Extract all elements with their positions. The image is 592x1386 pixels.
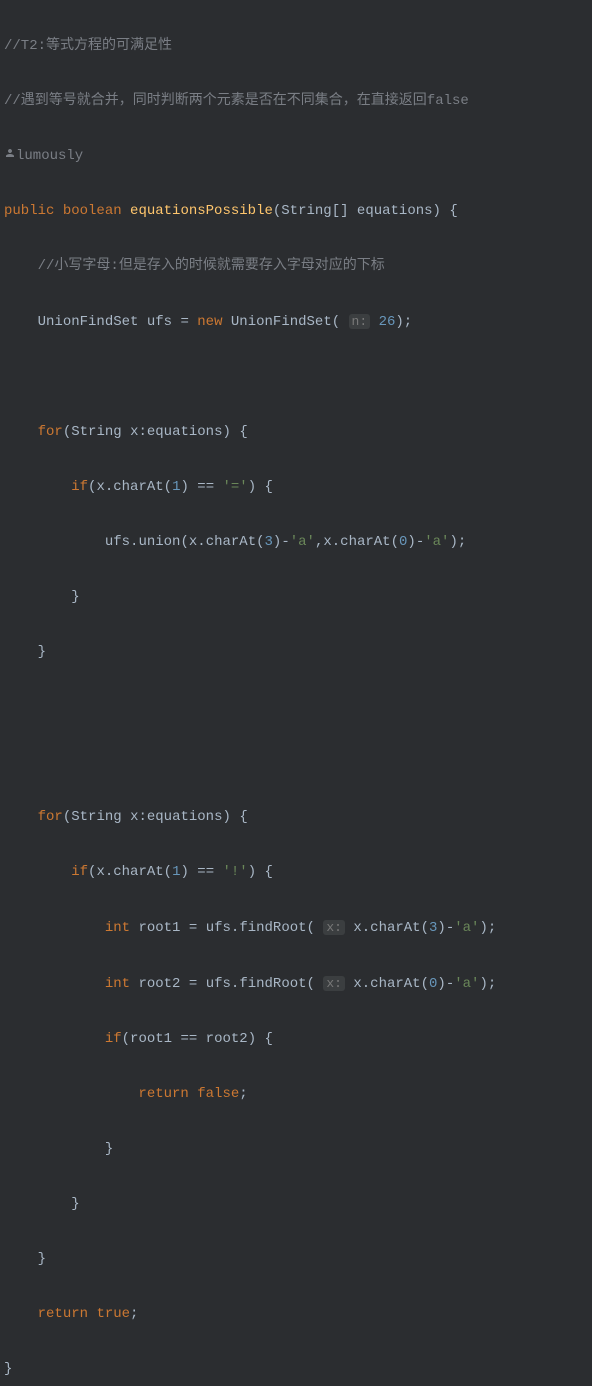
comment-line-1: //T2:等式方程的可满足性 xyxy=(4,38,172,54)
keyword-true: true xyxy=(96,1306,130,1322)
keyword-new: new xyxy=(197,314,222,330)
keyword-public: public xyxy=(4,203,54,219)
keyword-for: for xyxy=(38,424,63,440)
author-hint[interactable]: lumously xyxy=(4,143,588,171)
keyword-return: return xyxy=(138,1086,188,1102)
comment-line-2: //遇到等号就合并，同时判断两个元素是否在不同集合，在直接返回false xyxy=(4,93,469,109)
param-hint-x2: x: xyxy=(323,976,345,991)
param-hint-x: x: xyxy=(323,920,345,935)
param-hint-n: n: xyxy=(349,314,371,329)
user-icon xyxy=(4,143,16,155)
keyword-boolean: boolean xyxy=(63,203,122,219)
author-name: lumously xyxy=(16,148,83,164)
keyword-if: if xyxy=(71,479,88,495)
code-editor: //T2:等式方程的可满足性 //遇到等号就合并，同时判断两个元素是否在不同集合… xyxy=(4,5,588,1386)
keyword-false: false xyxy=(197,1086,239,1102)
keyword-int: int xyxy=(105,920,130,936)
method-name: equationsPossible xyxy=(130,203,273,219)
comment-line-3: //小写字母:但是存入的时候就需要存入字母对应的下标 xyxy=(38,258,385,274)
